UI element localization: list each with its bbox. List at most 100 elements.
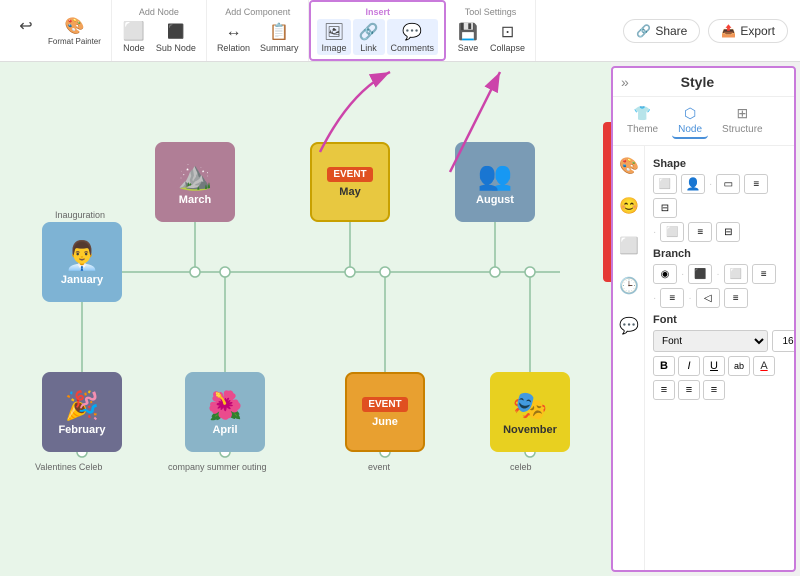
side-style-button[interactable]: 🎨 <box>613 146 645 186</box>
node-april[interactable]: 🌺 April <box>185 372 265 452</box>
june-label: June <box>372 416 398 428</box>
tool-settings-label: Tool Settings <box>465 7 517 17</box>
sub-node-button[interactable]: ⬛ Sub Node <box>152 19 200 55</box>
toolbar-group-add-node: Add Node ⬜ Node ⬛ Sub Node <box>112 0 207 61</box>
shape-btn-1[interactable]: ⬜ <box>653 174 677 194</box>
shape-btn-5[interactable]: ⊟ <box>653 198 677 218</box>
panel-content: Shape ⬜ 👤 · ▭ ≡ ⊟ · ⬜ ≡ ⊟ Branch <box>645 146 794 570</box>
image-button[interactable]: 🖼 Image <box>317 19 350 55</box>
panel-tabs: 👕 Theme ⬡ Node ⊞ Structure <box>613 97 794 146</box>
shape-btn-8[interactable]: ⊟ <box>716 222 740 242</box>
tab-theme[interactable]: 👕 Theme <box>621 103 664 139</box>
format-painter-button[interactable]: 🎨 Format Painter <box>44 13 105 48</box>
toolbar-right: 🔗 Share 📤 Export <box>623 19 796 43</box>
panel-header: » Style <box>613 68 794 97</box>
branch-row-1: ◉ · ⬛ · ⬜ ≡ <box>653 264 786 284</box>
node-january[interactable]: 👨‍💼 January <box>42 222 122 302</box>
label-summer: company summer outing <box>168 462 267 472</box>
branch-btn-1[interactable]: ◉ <box>653 264 677 284</box>
node-august[interactable]: 👥 August <box>455 142 535 222</box>
insert-label: Insert <box>365 7 390 17</box>
red-bar <box>603 122 611 282</box>
february-icon: 🎉 <box>65 389 100 422</box>
panel-collapse-button[interactable]: » <box>621 74 629 90</box>
bold-button[interactable]: B <box>653 356 675 376</box>
may-event-badge: EVENT <box>327 167 372 182</box>
export-button[interactable]: 📤 Export <box>708 19 788 43</box>
toolbar-group-add-component: Add Component ↔ Relation 📋 Summary <box>207 0 310 61</box>
tab-node[interactable]: ⬡ Node <box>672 103 708 139</box>
italic-button[interactable]: I <box>678 356 700 376</box>
strikethrough-button[interactable]: ab <box>728 356 750 376</box>
side-outline-button[interactable]: ⬜ <box>613 226 645 266</box>
node-june[interactable]: EVENT June <box>345 372 425 452</box>
underline-button[interactable]: U <box>703 356 725 376</box>
align-left-button[interactable]: ≡ <box>653 380 675 400</box>
node-november[interactable]: 🎭 November <box>490 372 570 452</box>
shape-btn-7[interactable]: ≡ <box>688 222 712 242</box>
undo-button[interactable]: ↩ <box>10 13 42 48</box>
november-icon: 🎭 <box>513 389 548 422</box>
node-february[interactable]: 🎉 February <box>42 372 122 452</box>
label-event-june: event <box>368 462 390 472</box>
may-label: May <box>339 186 360 198</box>
font-section-title: Font <box>653 314 786 326</box>
shape-btn-6[interactable]: ⬜ <box>660 222 684 242</box>
branch-btn-2[interactable]: ⬛ <box>688 264 712 284</box>
branch-btn-7[interactable]: ≡ <box>724 288 748 308</box>
branch-btn-3[interactable]: ⬜ <box>724 264 748 284</box>
january-label: January <box>61 274 103 286</box>
node-march[interactable]: ⛰️ March <box>155 142 235 222</box>
side-icon-button[interactable]: 😊 <box>613 186 645 226</box>
branch-btn-5[interactable]: ≡ <box>660 288 684 308</box>
add-node-label: Add Node <box>139 7 179 17</box>
toolbar: ↩ 🎨 Format Painter Add Node ⬜ Node ⬛ Sub… <box>0 0 800 62</box>
share-button[interactable]: 🔗 Share <box>623 19 700 43</box>
panel-title: Style <box>681 74 714 90</box>
collapse-button[interactable]: ⊡ Collapse <box>486 19 529 55</box>
summary-button[interactable]: 📋 Summary <box>256 19 303 55</box>
add-component-label: Add Component <box>225 7 290 17</box>
font-color-button[interactable]: A <box>753 356 775 376</box>
label-valentines: Valentines Celeb <box>35 462 102 472</box>
main-area: Inauguration annual Moving up event meet… <box>0 62 800 576</box>
november-label: November <box>503 424 557 436</box>
comments-button[interactable]: 💬 Comments <box>387 19 439 55</box>
branch-btn-4[interactable]: ≡ <box>752 264 776 284</box>
tab-structure[interactable]: ⊞ Structure <box>716 103 769 139</box>
shape-row-2: · ⬜ ≡ ⊟ <box>653 222 786 242</box>
link-button[interactable]: 🔗 Link <box>353 19 385 55</box>
february-label: February <box>58 424 105 436</box>
april-icon: 🌺 <box>208 389 243 422</box>
shape-btn-3[interactable]: ▭ <box>716 174 740 194</box>
align-row: ≡ ≡ ≡ <box>653 380 786 400</box>
august-label: August <box>476 194 514 206</box>
font-size-input[interactable] <box>772 330 794 352</box>
label-inauguration: Inauguration <box>55 210 105 220</box>
panel-body: 🎨 😊 ⬜ 🕒 💬 Shape ⬜ 👤 · ▭ ≡ ⊟ · <box>613 146 794 570</box>
align-center-button[interactable]: ≡ <box>678 380 700 400</box>
side-history-button[interactable]: 🕒 <box>613 266 645 306</box>
branch-section-title: Branch <box>653 248 786 260</box>
align-right-button[interactable]: ≡ <box>703 380 725 400</box>
shape-row-1: ⬜ 👤 · ▭ ≡ ⊟ <box>653 174 786 218</box>
side-feedback-button[interactable]: 💬 <box>613 306 645 346</box>
structure-icon: ⊞ <box>736 105 748 122</box>
march-label: March <box>179 194 211 206</box>
shape-section-title: Shape <box>653 158 786 170</box>
canvas[interactable]: Inauguration annual Moving up event meet… <box>0 62 611 576</box>
august-icon: 👥 <box>478 159 513 192</box>
font-select[interactable]: Font Arial Times New Roman <box>653 330 768 352</box>
april-label: April <box>212 424 237 436</box>
january-icon: 👨‍💼 <box>65 239 100 272</box>
theme-icon: 👕 <box>634 105 651 122</box>
relation-button[interactable]: ↔ Relation <box>213 19 254 55</box>
node-may[interactable]: EVENT May <box>310 142 390 222</box>
shape-btn-4[interactable]: ≡ <box>744 174 768 194</box>
branch-row-2: · ≡ · ◁ ≡ <box>653 288 786 308</box>
branch-btn-6[interactable]: ◁ <box>696 288 720 308</box>
save-button[interactable]: 💾 Save <box>452 19 484 55</box>
shape-btn-2[interactable]: 👤 <box>681 174 705 194</box>
node-tab-icon: ⬡ <box>684 105 696 122</box>
node-button[interactable]: ⬜ Node <box>118 19 150 55</box>
